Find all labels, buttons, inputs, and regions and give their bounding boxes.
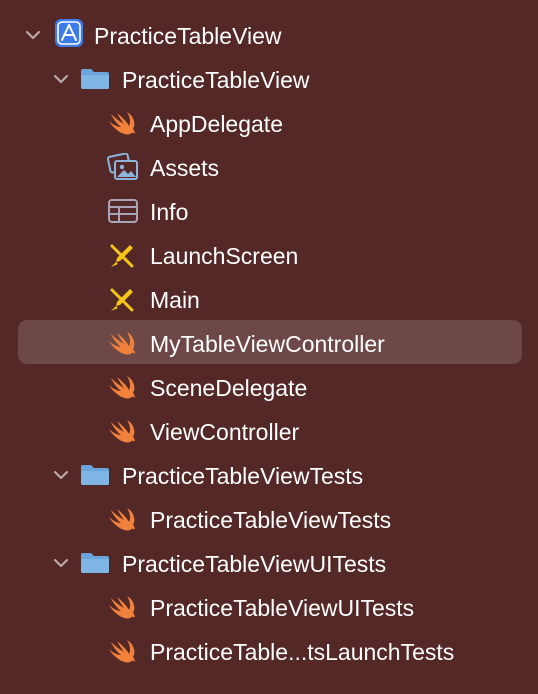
swift-icon	[109, 420, 135, 443]
file-row-selected[interactable]: MyTableViewController	[0, 321, 538, 365]
file-row[interactable]: SceneDelegate	[0, 365, 538, 409]
file-row[interactable]: Info	[0, 189, 538, 233]
file-label: PracticeTableViewUITests	[150, 595, 415, 621]
group-label: PracticeTableView	[122, 67, 310, 93]
swift-icon	[109, 112, 135, 135]
storyboard-icon	[110, 244, 134, 268]
xcode-project-icon	[55, 19, 83, 47]
file-label: PracticeTableViewTests	[150, 507, 392, 533]
file-label: Assets	[150, 155, 220, 181]
chevron-down-icon[interactable]	[50, 464, 72, 486]
folder-icon	[81, 553, 109, 573]
file-row[interactable]: LaunchScreen	[0, 233, 538, 277]
project-label: PracticeTableView	[94, 23, 282, 49]
storyboard-icon	[110, 288, 134, 312]
group-row[interactable]: PracticeTableViewTests	[0, 453, 538, 497]
swift-icon	[109, 640, 135, 663]
file-label: Info	[150, 199, 189, 225]
file-row[interactable]: Assets	[0, 145, 538, 189]
chevron-down-icon[interactable]	[22, 24, 44, 46]
file-label: MyTableViewController	[150, 331, 385, 357]
group-label: PracticeTableViewTests	[122, 463, 364, 489]
file-label: AppDelegate	[150, 111, 283, 137]
file-row[interactable]: AppDelegate	[0, 101, 538, 145]
file-row[interactable]: PracticeTableViewTests	[0, 497, 538, 541]
file-row[interactable]: Main	[0, 277, 538, 321]
swift-icon	[109, 332, 135, 355]
group-row[interactable]: PracticeTableView	[0, 57, 538, 101]
group-row[interactable]: PracticeTableViewUITests	[0, 541, 538, 585]
file-label: SceneDelegate	[150, 375, 308, 401]
plist-icon	[108, 199, 138, 223]
project-row[interactable]: PracticeTableView	[0, 13, 538, 57]
file-row[interactable]: PracticeTableViewUITests	[0, 585, 538, 629]
group-label: PracticeTableViewUITests	[122, 551, 387, 577]
asset-catalog-icon	[107, 153, 138, 180]
swift-icon	[109, 376, 135, 399]
chevron-down-icon[interactable]	[50, 552, 72, 574]
swift-icon	[109, 508, 135, 531]
folder-icon	[81, 465, 109, 485]
chevron-down-icon[interactable]	[50, 68, 72, 90]
file-label: LaunchScreen	[150, 243, 299, 269]
file-label: Main	[150, 287, 200, 313]
file-row[interactable]: ViewController	[0, 409, 538, 453]
file-label: PracticeTable...tsLaunchTests	[150, 639, 455, 665]
folder-icon	[81, 69, 109, 89]
file-label: ViewController	[150, 419, 300, 445]
swift-icon	[109, 596, 135, 619]
file-row[interactable]: PracticeTable...tsLaunchTests	[0, 629, 538, 673]
project-navigator: PracticeTableView PracticeTableView AppD…	[0, 0, 538, 694]
